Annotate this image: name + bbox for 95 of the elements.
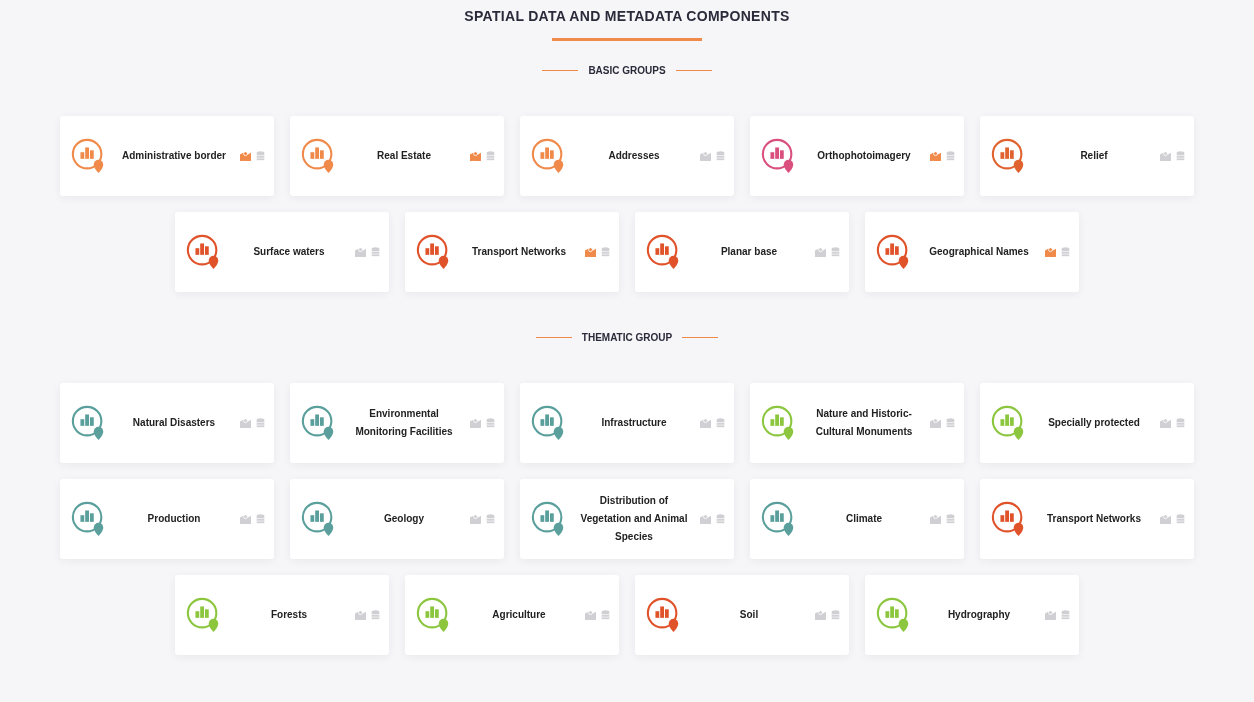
- map-icon[interactable]: [1160, 514, 1171, 524]
- database-icon[interactable]: [1060, 610, 1071, 620]
- category-card[interactable]: Administrative border: [60, 116, 274, 196]
- map-icon[interactable]: [700, 151, 711, 161]
- category-label: Transport Networks: [471, 245, 567, 259]
- map-icon[interactable]: [470, 151, 481, 161]
- database-icon[interactable]: [485, 514, 496, 524]
- map-icon[interactable]: [470, 514, 481, 524]
- category-card[interactable]: Environmental Monitoring Facilities: [290, 383, 504, 463]
- category-label: Forests: [269, 608, 309, 622]
- category-label: Geology: [383, 512, 425, 526]
- database-icon[interactable]: [485, 151, 496, 161]
- category-card[interactable]: Specially protected: [980, 383, 1194, 463]
- database-icon[interactable]: [1175, 418, 1186, 428]
- category-card[interactable]: Production: [60, 479, 274, 559]
- category-label: Administrative border: [121, 149, 227, 163]
- category-card[interactable]: Relief: [980, 116, 1194, 196]
- database-icon[interactable]: [1175, 514, 1186, 524]
- category-card[interactable]: Forests: [175, 575, 389, 655]
- category-label: Soil: [738, 608, 760, 622]
- category-label: Nature and Historic-Cultural Monuments: [814, 407, 914, 439]
- category-card[interactable]: Transport Networks: [980, 479, 1194, 559]
- database-icon[interactable]: [370, 247, 381, 257]
- map-icon[interactable]: [1160, 418, 1171, 428]
- database-icon[interactable]: [255, 418, 266, 428]
- category-card[interactable]: Natural Disasters: [60, 383, 274, 463]
- category-label: Orthophotoimagery: [816, 149, 912, 163]
- category-label: Planar base: [719, 245, 779, 259]
- map-icon[interactable]: [815, 610, 826, 620]
- category-card[interactable]: Geographical Names: [865, 212, 1079, 292]
- database-icon[interactable]: [1060, 247, 1071, 257]
- category-label: Surface waters: [252, 245, 326, 259]
- database-icon[interactable]: [485, 418, 496, 428]
- map-icon[interactable]: [240, 514, 251, 524]
- category-label: Natural Disasters: [131, 416, 217, 430]
- category-card[interactable]: Geology: [290, 479, 504, 559]
- category-label: Climate: [844, 512, 884, 526]
- category-card[interactable]: Real Estate: [290, 116, 504, 196]
- database-icon[interactable]: [715, 418, 726, 428]
- database-icon[interactable]: [600, 610, 611, 620]
- database-icon[interactable]: [715, 514, 726, 524]
- map-icon[interactable]: [930, 514, 941, 524]
- category-card[interactable]: Transport Networks: [405, 212, 619, 292]
- database-icon[interactable]: [1175, 151, 1186, 161]
- section-title: THEMATIC GROUP: [581, 332, 673, 343]
- map-icon[interactable]: [815, 247, 826, 257]
- database-icon[interactable]: [600, 247, 611, 257]
- category-card[interactable]: Planar base: [635, 212, 849, 292]
- page-title: SPATIAL DATA AND METADATA COMPONENTS: [464, 8, 790, 24]
- map-icon[interactable]: [470, 418, 481, 428]
- database-icon[interactable]: [945, 418, 956, 428]
- category-label: Agriculture: [491, 608, 547, 622]
- category-card[interactable]: Soil: [635, 575, 849, 655]
- map-icon[interactable]: [1045, 610, 1056, 620]
- category-label: Transport Networks: [1046, 512, 1142, 526]
- database-icon[interactable]: [945, 151, 956, 161]
- database-icon[interactable]: [255, 151, 266, 161]
- map-icon[interactable]: [930, 418, 941, 428]
- map-icon[interactable]: [930, 151, 941, 161]
- category-label: Environmental Monitoring Facilities: [354, 407, 454, 439]
- map-icon[interactable]: [585, 610, 596, 620]
- category-card[interactable]: Agriculture: [405, 575, 619, 655]
- map-icon[interactable]: [700, 418, 711, 428]
- map-icon[interactable]: [585, 247, 596, 257]
- category-label: Geographical Names: [928, 245, 1030, 259]
- category-card[interactable]: Infrastructure: [520, 383, 734, 463]
- database-icon[interactable]: [830, 610, 841, 620]
- category-card[interactable]: Surface waters: [175, 212, 389, 292]
- category-label: Infrastructure: [600, 416, 668, 430]
- database-icon[interactable]: [255, 514, 266, 524]
- category-label: Addresses: [607, 149, 661, 163]
- category-card[interactable]: Distribution of Vegetation and Animal Species: [520, 479, 734, 559]
- database-icon[interactable]: [830, 247, 841, 257]
- category-card[interactable]: Addresses: [520, 116, 734, 196]
- map-icon[interactable]: [240, 418, 251, 428]
- database-icon[interactable]: [945, 514, 956, 524]
- map-icon[interactable]: [355, 610, 366, 620]
- section-title: BASIC GROUPS: [588, 65, 666, 76]
- category-label: Distribution of Vegetation and Animal Species: [579, 494, 689, 544]
- map-icon[interactable]: [1160, 151, 1171, 161]
- category-label: Specially protected: [1047, 416, 1141, 430]
- map-icon[interactable]: [700, 514, 711, 524]
- database-icon[interactable]: [370, 610, 381, 620]
- category-card[interactable]: Nature and Historic-Cultural Monuments: [750, 383, 964, 463]
- database-icon[interactable]: [715, 151, 726, 161]
- map-icon[interactable]: [355, 247, 366, 257]
- category-label: Hydrography: [946, 608, 1012, 622]
- map-icon[interactable]: [1045, 247, 1056, 257]
- category-label: Production: [146, 512, 202, 526]
- category-card[interactable]: Climate: [750, 479, 964, 559]
- map-icon[interactable]: [240, 151, 251, 161]
- category-label: Relief: [1079, 149, 1109, 163]
- category-card[interactable]: Hydrography: [865, 575, 1079, 655]
- category-label: Real Estate: [376, 149, 432, 163]
- category-card[interactable]: Orthophotoimagery: [750, 116, 964, 196]
